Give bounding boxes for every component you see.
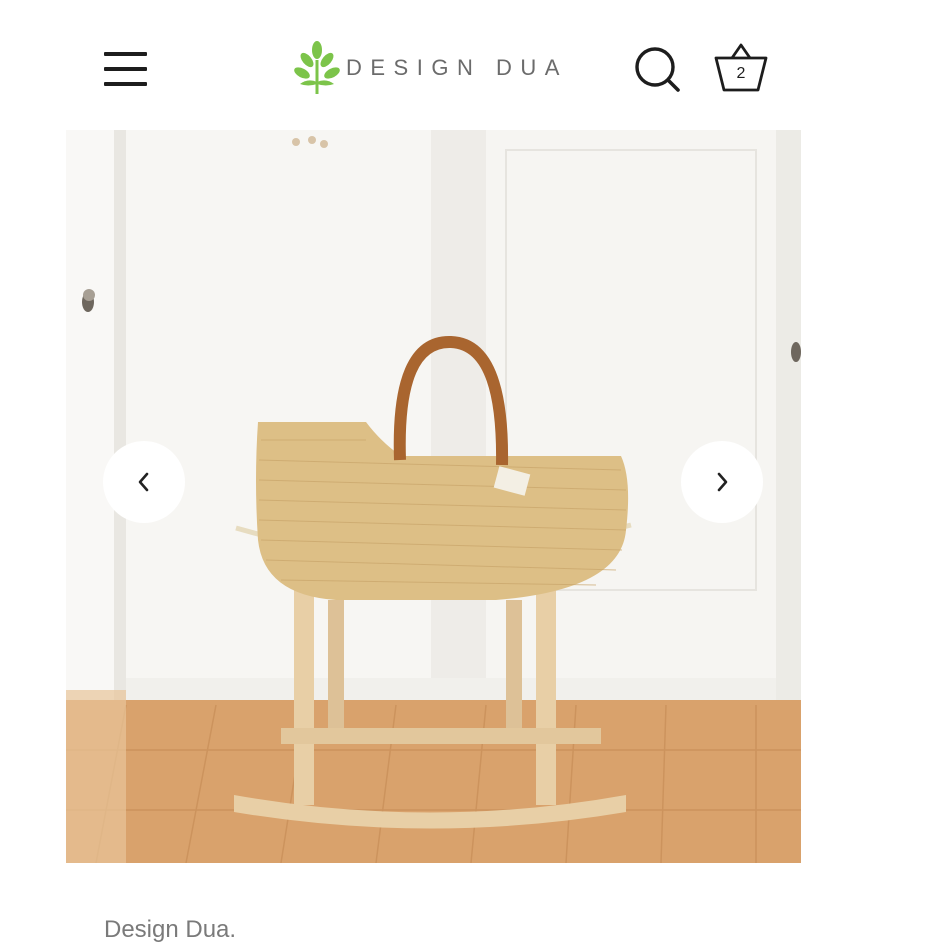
cart-button[interactable]: 2: [712, 40, 772, 96]
cart-count-badge: 2: [736, 65, 746, 82]
search-button[interactable]: [630, 42, 684, 96]
chevron-right-icon: [717, 472, 728, 492]
site-logo[interactable]: DESIGN DUA: [290, 40, 568, 96]
site-header: DESIGN DUA 2: [0, 0, 944, 130]
hamburger-menu-icon: [104, 52, 147, 56]
gallery-prev-button[interactable]: [103, 441, 185, 523]
leaf-tree-icon: [294, 41, 340, 94]
search-icon: [635, 47, 680, 92]
menu-button[interactable]: [96, 46, 154, 94]
chevron-left-icon: [138, 472, 149, 492]
hamburger-line: [104, 67, 147, 71]
product-vendor-link[interactable]: Design Dua.: [104, 916, 236, 944]
gallery-next-button[interactable]: [681, 441, 763, 523]
logo-text: DESIGN DUA: [346, 55, 568, 80]
hamburger-line: [104, 82, 147, 86]
